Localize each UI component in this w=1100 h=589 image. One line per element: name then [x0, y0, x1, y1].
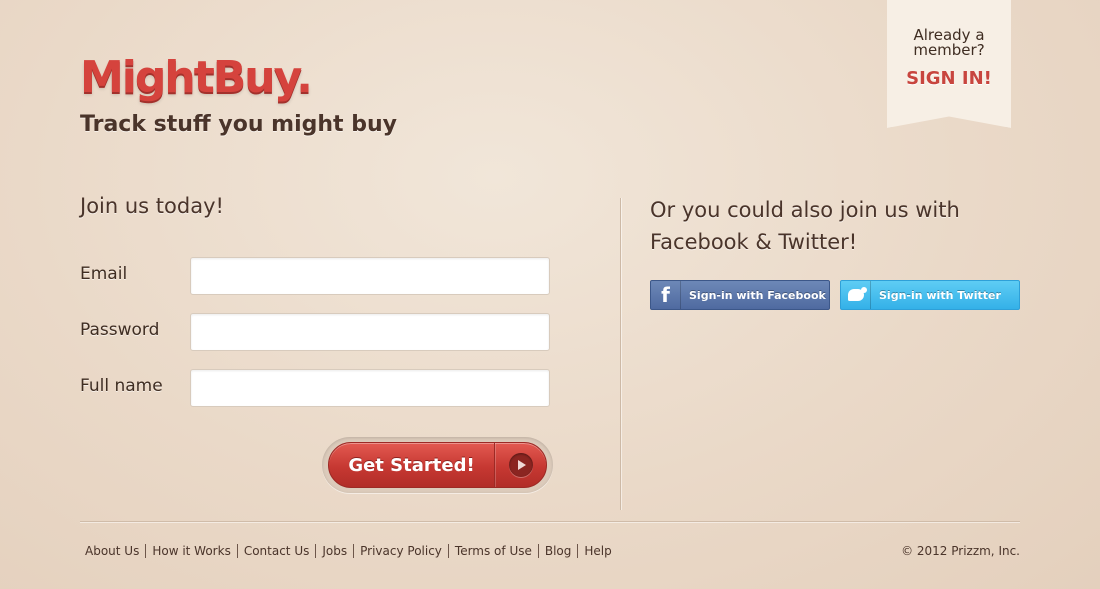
signin-ribbon[interactable]: Already a member? SIGN IN!: [887, 0, 1011, 128]
facebook-signin-label: Sign-in with Facebook: [689, 288, 826, 302]
arrow-holder: [495, 453, 546, 477]
facebook-icon: f: [651, 281, 681, 309]
footer-link-about-us[interactable]: About Us: [85, 544, 145, 558]
footer-link-terms-of-use[interactable]: Terms of Use: [447, 544, 538, 558]
email-field[interactable]: [190, 257, 550, 295]
get-started-button-well: Get Started!: [322, 437, 553, 493]
vertical-divider: [620, 198, 621, 510]
logo[interactable]: MightBuy.: [80, 52, 313, 103]
copyright: © 2012 Prizzm, Inc.: [901, 544, 1020, 558]
full-name-label: Full name: [80, 376, 163, 396]
ribbon-line-2: member?: [913, 41, 985, 59]
footer-link-contact-us[interactable]: Contact Us: [236, 544, 316, 558]
sign-in-link[interactable]: SIGN IN!: [887, 68, 1011, 89]
full-name-field[interactable]: [190, 369, 550, 407]
password-label: Password: [80, 320, 160, 340]
footer-divider: [80, 521, 1020, 522]
footer-link-help[interactable]: Help: [577, 544, 617, 558]
facebook-signin-button[interactable]: f Sign-in with Facebook: [650, 280, 830, 310]
email-label: Email: [80, 264, 128, 284]
twitter-bird-icon: [847, 287, 867, 301]
twitter-signin-button[interactable]: Sign-in with Twitter: [840, 280, 1020, 310]
ribbon-text: Already a member?: [887, 28, 1011, 58]
social-title: Or you could also join us with Facebook …: [650, 198, 960, 254]
get-started-label: Get Started!: [348, 454, 475, 476]
footer-link-privacy-policy[interactable]: Privacy Policy: [353, 544, 448, 558]
play-arrow-icon: [508, 453, 533, 477]
footer-link-blog[interactable]: Blog: [537, 544, 578, 558]
footer-link-jobs[interactable]: Jobs: [315, 544, 353, 558]
password-field[interactable]: [190, 313, 550, 351]
join-title: Join us today!: [80, 194, 224, 218]
get-started-button[interactable]: Get Started!: [328, 442, 547, 488]
twitter-signin-label: Sign-in with Twitter: [879, 288, 1001, 302]
twitter-bird-icon-box: [841, 281, 871, 309]
footer-link-how-it-works[interactable]: How it Works: [145, 544, 237, 558]
tagline: Track stuff you might buy: [80, 112, 397, 137]
footer-nav: About Us How it Works Contact Us Jobs Pr…: [85, 544, 618, 558]
